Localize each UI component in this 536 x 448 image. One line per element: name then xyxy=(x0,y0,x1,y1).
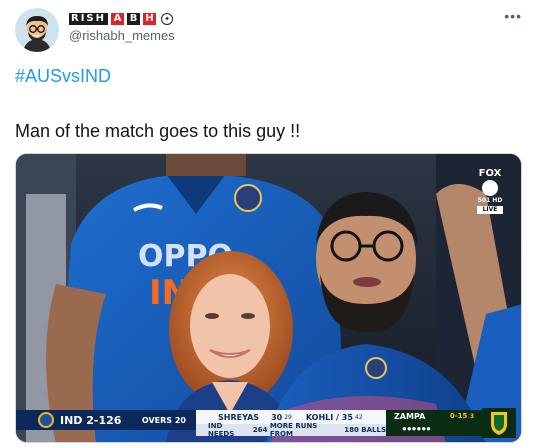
need-balls: 180 xyxy=(344,426,359,434)
batter2-balls: 42 xyxy=(354,413,363,421)
bowler-figures: 0-15 3 xyxy=(450,412,474,420)
bowler-overs: 3 xyxy=(469,413,474,420)
bowler-name: ZAMPA xyxy=(394,412,426,421)
broadcaster-logo: FOX 501 HD LIVE xyxy=(477,168,503,222)
tweet-card: RISH A B H ✦ @rishabh_memes ••• #AUSvsIN… xyxy=(0,0,536,448)
batter1-name: SHREYAS xyxy=(218,412,260,422)
need-runs: 264 xyxy=(252,426,268,434)
channel-number: 501 HD xyxy=(477,197,503,204)
ball-tracker: ●●●●●● xyxy=(402,424,431,433)
user-handle[interactable]: @rishabh_memes xyxy=(69,28,175,43)
live-badge: LIVE xyxy=(477,206,503,214)
team-crest-icon xyxy=(38,412,54,428)
batter1-runs: 30 xyxy=(271,412,283,422)
need-suffix: BALLS xyxy=(361,426,386,434)
display-name-part1: RISH xyxy=(69,13,108,25)
cricket-ball-icon xyxy=(482,180,498,196)
batter2-name: KOHLI xyxy=(305,412,334,422)
tweet-media-image[interactable]: OPPO IN FOX 501 HD LIVE IND 2-126 OVERS … xyxy=(15,153,522,443)
display-name-letter-b: B xyxy=(127,13,140,25)
display-name[interactable]: RISH A B H ✦ xyxy=(69,10,173,28)
hashtag-link[interactable]: #AUSvsIND xyxy=(15,66,111,87)
broadcaster-name: FOX xyxy=(478,168,502,179)
overs-count: OVERS 20 xyxy=(141,415,186,425)
scoreboard: IND 2-126 OVERS 20 SHREYAS 30 29 KOHLI /… xyxy=(16,406,521,442)
more-dots-icon[interactable]: ••• xyxy=(504,8,522,24)
need-middle: MORE RUNS FROM xyxy=(269,422,318,438)
avatar[interactable] xyxy=(15,8,59,52)
scoreboard-bowler: ZAMPA 0-15 3 ●●●●●● xyxy=(386,410,482,436)
batter1-balls: 29 xyxy=(284,413,292,421)
batting-score: IND 2-126 xyxy=(60,413,122,427)
bowling-team-crest xyxy=(482,408,516,438)
display-name-letter-h: H xyxy=(143,13,156,25)
target-line: IND NEEDS 264 MORE RUNS FROM 180 BALLS xyxy=(196,422,386,438)
stadium-photo: OPPO IN xyxy=(16,154,521,442)
tweet-text: Man of the match goes to this guy !! xyxy=(15,121,301,141)
batter2-separator: / xyxy=(333,412,342,422)
batter2-runs: 35 xyxy=(341,412,353,422)
australia-crest-icon xyxy=(491,412,507,435)
emblem-icon: ✦ xyxy=(161,13,173,25)
bowler-figures-value: 0-15 xyxy=(449,412,468,420)
display-name-letter-a: A xyxy=(111,13,124,25)
scoreboard-batting: IND 2-126 OVERS 20 xyxy=(16,410,196,430)
need-prefix: IND NEEDS xyxy=(208,422,235,438)
